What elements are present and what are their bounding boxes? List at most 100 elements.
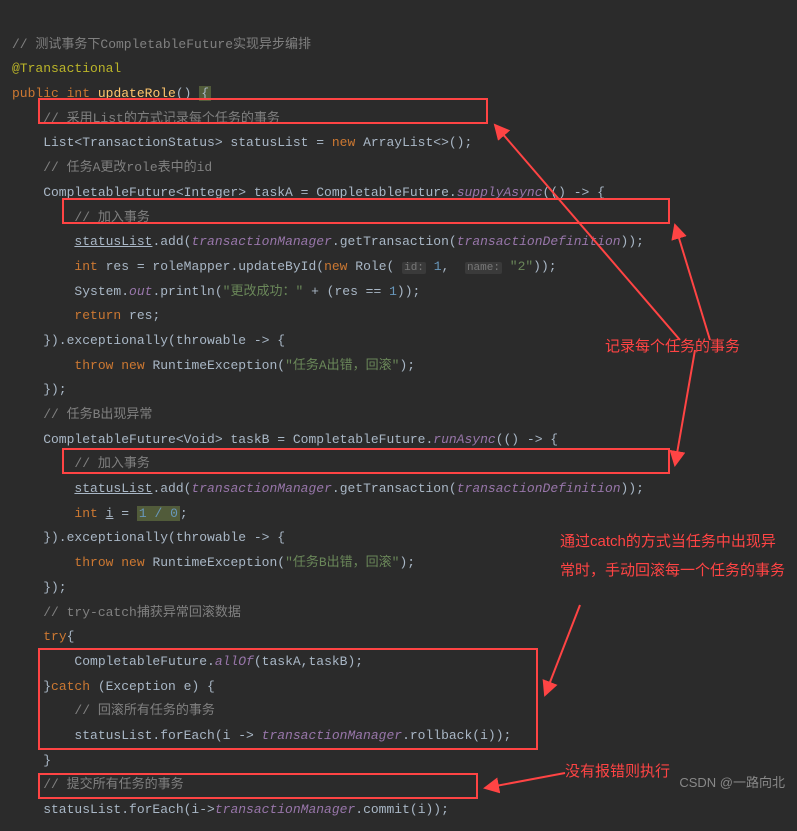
code-text [12,358,74,373]
keyword: return [74,308,121,323]
method-name: updateRole [98,86,176,101]
code-text: res; [121,308,160,323]
code-text: List<TransactionStatus> statusList = [12,135,332,150]
number: 1 [389,284,397,299]
code-text: ArrayList<>(); [355,135,472,150]
code-text: )); [533,259,556,274]
code-text [12,234,74,249]
code-text: .println( [152,284,222,299]
code-text: , [442,259,465,274]
keyword: new [332,135,355,150]
variable: statusList [74,481,152,496]
code-text [12,506,74,521]
keyword: throw new [74,358,144,373]
keyword: catch [51,679,90,694]
comment-line: // 加入事务 [12,210,150,225]
code-text [426,259,434,274]
cursor: { [199,86,211,101]
string: "任务B出错，回滚" [285,555,399,570]
code-text: (() -> { [496,432,558,447]
code-text [12,259,74,274]
param-hint: name: [465,262,502,274]
keyword: try [43,629,66,644]
comment-line: // 任务B出现异常 [12,407,152,422]
field: transactionManager [191,234,331,249]
keyword: throw new [74,555,144,570]
string: "任务A出错，回滚" [285,358,399,373]
comment-line: // 任务A更改role表中的id [12,160,212,175]
code-text: )); [621,234,644,249]
comment-line: // try-catch捕获异常回滚数据 [12,605,241,620]
code-text: .rollback(i)); [402,728,511,743]
code-text: + (res == [303,284,389,299]
comment-line: // 回滚所有任务的事务 [12,703,215,718]
static-field: out [129,284,152,299]
code-text: .getTransaction( [332,481,457,496]
static-method: runAsync [433,432,495,447]
annotation-transactional: @Transactional [12,61,121,76]
annotation-text-2: 通过catch的方式当任务中出现异常时，手动回滚每一个任务的事务 [560,528,790,585]
static-method: allOf [215,654,254,669]
number: 1 [434,259,442,274]
code-editor[interactable]: // 测试事务下CompletableFuture实现异步编排 @Transac… [0,0,797,831]
code-text: (() -> { [543,185,605,200]
code-text: (taskA,taskB); [254,654,363,669]
field: transactionManager [215,802,355,817]
code-text: .commit(i)); [355,802,449,817]
field: transactionManager [262,728,402,743]
code-text: )); [621,481,644,496]
code-text: CompletableFuture. [12,654,215,669]
code-text: } [12,679,51,694]
code-text: RuntimeException( [145,358,285,373]
code-text [502,259,510,274]
field: transactionDefinition [457,234,621,249]
code-text [12,555,74,570]
code-text: }); [12,382,67,397]
code-text: Role( [347,259,402,274]
code-text: System. [12,284,129,299]
code-text: .add( [152,481,191,496]
code-text: ); [399,555,415,570]
code-text: }).exceptionally(throwable -> { [12,333,285,348]
code-text: ); [399,358,415,373]
watermark: CSDN @一路向北⁠ [679,771,785,796]
code-text: .getTransaction( [332,234,457,249]
comment-line: // 加入事务 [12,456,150,471]
code-text: CompletableFuture<Integer> taskA = Compl… [12,185,457,200]
number: 1 / 0 [137,506,180,521]
code-text [12,308,74,323]
code-text: (Exception e) { [90,679,215,694]
param-hint: id: [402,262,426,274]
static-method: supplyAsync [457,185,543,200]
string: "更改成功：" [223,284,304,299]
code-text: }).exceptionally(throwable -> { [12,530,285,545]
keyword: int [67,86,90,101]
annotation-text-1: 记录每个任务的事务 [605,333,740,362]
code-text: }); [12,580,67,595]
code-text: RuntimeException( [145,555,285,570]
code-text: ; [180,506,188,521]
code-text: CompletableFuture<Void> taskB = Completa… [12,432,433,447]
code-text: statusList.forEach(i -> [12,728,262,743]
variable: statusList [74,234,152,249]
comment-line: // 测试事务下CompletableFuture实现异步编排 [12,37,311,52]
annotation-text-3: 没有报错则执行 [565,758,670,787]
code-text: statusList.forEach(i-> [12,802,215,817]
keyword: public [12,86,59,101]
keyword: int [74,506,97,521]
code-text [12,629,43,644]
code-text: )); [397,284,420,299]
code-text [12,481,74,496]
comment-line: // 采用List的方式记录每个任务的事务 [12,111,280,126]
code-text [98,506,106,521]
code-text: () [176,86,199,101]
field: transactionManager [191,481,331,496]
code-text: { [67,629,75,644]
string: "2" [510,259,533,274]
keyword: new [324,259,347,274]
field: transactionDefinition [457,481,621,496]
code-text: res = roleMapper.updateById( [98,259,324,274]
code-text: } [12,753,51,768]
comment-line: // 提交所有任务的事务 [12,777,184,792]
code-text: = [113,506,136,521]
